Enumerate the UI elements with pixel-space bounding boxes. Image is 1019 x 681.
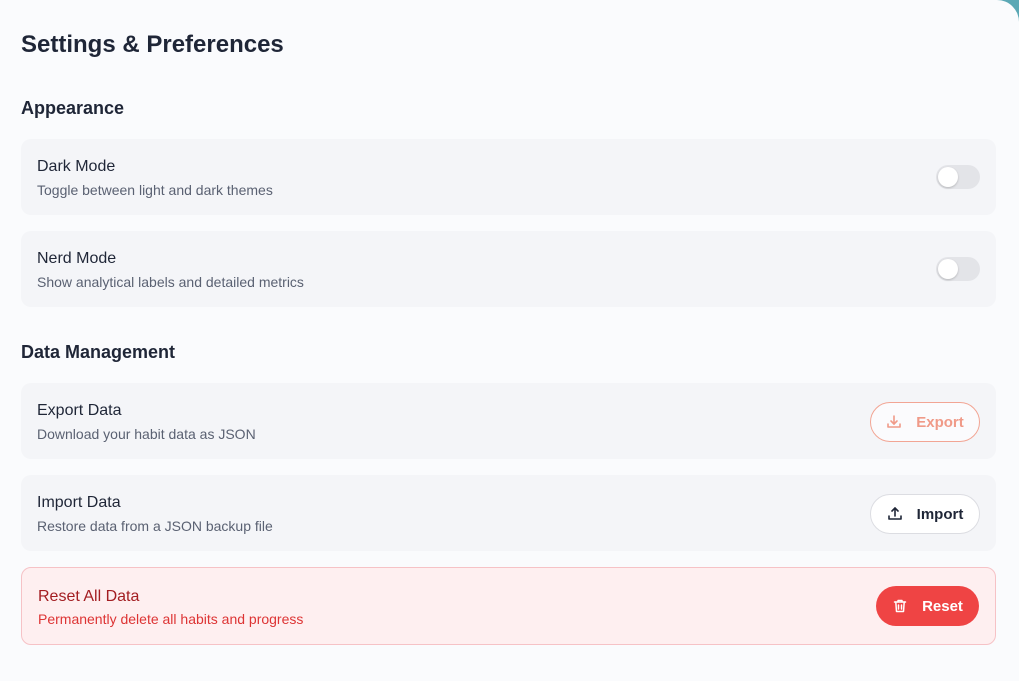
reset-button-label: Reset xyxy=(922,597,963,615)
section-heading-appearance: Appearance xyxy=(21,98,125,118)
setting-title: Nerd Mode xyxy=(37,250,117,267)
dark-mode-toggle[interactable] xyxy=(936,165,980,189)
import-button-label: Import xyxy=(916,505,964,523)
setting-title: Reset All Data xyxy=(38,588,140,605)
download-icon xyxy=(886,414,902,430)
setting-description: Restore data from a JSON backup file xyxy=(37,518,273,534)
toggle-knob xyxy=(938,259,958,279)
upload-icon xyxy=(887,506,903,522)
setting-title: Import Data xyxy=(37,494,121,511)
trash-icon xyxy=(892,598,908,614)
page-title: Settings & Preferences xyxy=(21,31,284,58)
setting-description: Download your habit data as JSON xyxy=(37,426,256,442)
setting-description: Show analytical labels and detailed metr… xyxy=(37,274,304,290)
setting-card-export-data: Export Data Download your habit data as … xyxy=(21,383,996,459)
setting-title: Export Data xyxy=(37,402,122,419)
export-button-label: Export xyxy=(916,413,964,431)
setting-description: Permanently delete all habits and progre… xyxy=(38,611,304,627)
reset-button[interactable]: Reset xyxy=(876,586,979,626)
setting-description: Toggle between light and dark themes xyxy=(37,182,273,198)
nerd-mode-toggle[interactable] xyxy=(936,257,980,281)
import-button[interactable]: Import xyxy=(870,494,980,534)
setting-title: Dark Mode xyxy=(37,158,116,175)
settings-panel: Settings & Preferences Appearance Dark M… xyxy=(0,0,1019,681)
export-button[interactable]: Export xyxy=(870,402,980,442)
section-heading-data-management: Data Management xyxy=(21,342,176,362)
setting-card-dark-mode: Dark Mode Toggle between light and dark … xyxy=(21,139,996,215)
setting-card-reset-data: Reset All Data Permanently delete all ha… xyxy=(21,567,996,645)
setting-card-nerd-mode: Nerd Mode Show analytical labels and det… xyxy=(21,231,996,307)
toggle-knob xyxy=(938,167,958,187)
setting-card-import-data: Import Data Restore data from a JSON bac… xyxy=(21,475,996,551)
